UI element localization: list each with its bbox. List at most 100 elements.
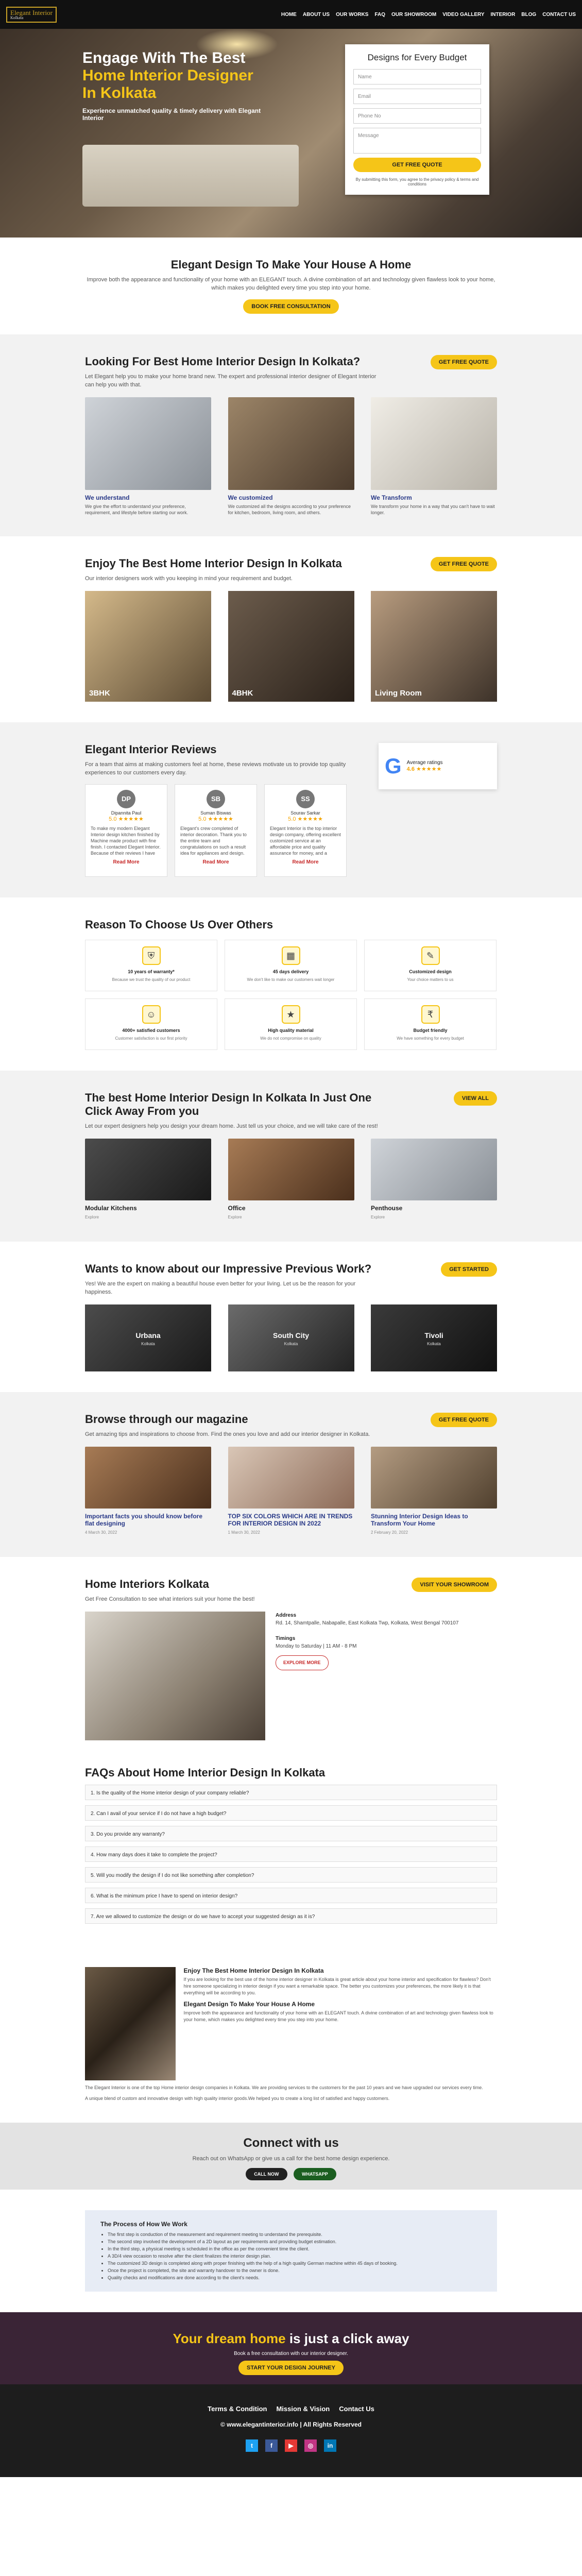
work-card-tivoli[interactable]: Tivoli Kolkata: [371, 1304, 497, 1371]
youtube-icon[interactable]: ▶: [285, 2439, 297, 2452]
card-title: We Transform: [371, 494, 412, 501]
read-more-link[interactable]: Read More: [270, 859, 341, 865]
make-home-text: Improve both the appearance and function…: [87, 277, 495, 291]
cta-banner: Your dream home is just a click away Boo…: [0, 2312, 582, 2384]
message-field[interactable]: Message: [353, 128, 481, 154]
work-card-south-city[interactable]: South City Kolkata: [228, 1304, 354, 1371]
get-started-button[interactable]: GET STARTED: [441, 1262, 497, 1277]
logo[interactable]: Elegant Interior Kolkata: [6, 6, 57, 23]
twitter-icon[interactable]: t: [246, 2439, 258, 2452]
process-step: The second step involved the development…: [108, 2238, 482, 2245]
mission-link[interactable]: Mission & Vision: [276, 2405, 330, 2413]
looking-text: Let Elegant help you to make your home b…: [85, 374, 376, 388]
design-icon: ✎: [421, 946, 440, 965]
card-image: [85, 1447, 211, 1509]
one-click-section: The best Home Interior Design In Kolkata…: [0, 1071, 582, 1242]
blog-card[interactable]: TOP SIX COLORS WHICH ARE IN TRENDS FOR I…: [228, 1447, 354, 1536]
card-title: We understand: [85, 494, 130, 501]
about-text: A unique blend of custom and innovative …: [85, 2096, 390, 2101]
reason-budget: ₹ Budget friendly We have something for ev…: [364, 998, 497, 1050]
card-3bhk[interactable]: 3BHK: [85, 591, 211, 702]
menu-item-contact[interactable]: CONTACT US: [542, 12, 576, 18]
card-4bhk[interactable]: 4BHK: [228, 591, 354, 702]
menu-item-video[interactable]: VIDEO GALLERY: [442, 12, 484, 18]
work-card-urbana[interactable]: Urbana Kolkata: [85, 1304, 211, 1371]
read-more-link[interactable]: Read More: [180, 859, 251, 865]
read-more-link[interactable]: Read More: [91, 859, 162, 865]
connect-text: Reach out on WhatsApp or give us a call …: [192, 2156, 390, 2162]
menu-item-home[interactable]: HOME: [281, 12, 297, 18]
card-transform: We Transform We transform your home in a …: [371, 397, 497, 516]
reviews-section: Elegant Interior Reviews For a team that…: [0, 722, 582, 897]
blog-card[interactable]: Important facts you should know before f…: [85, 1447, 211, 1536]
review-text: To make my modern Elegant Interior desig…: [91, 826, 161, 856]
terms-link[interactable]: Terms & Condition: [208, 2405, 267, 2413]
explore-link[interactable]: Explore: [85, 1215, 99, 1219]
faq-item[interactable]: 1. Is the quality of the Home interior d…: [85, 1785, 497, 1800]
timing-label: Timings: [276, 1636, 296, 1641]
faq-item[interactable]: 7. Are we allowed to customize the desig…: [85, 1908, 497, 1924]
menu-item-faq[interactable]: FAQ: [374, 12, 385, 18]
card-office[interactable]: Office Explore: [228, 1139, 354, 1221]
enjoy-quote-button[interactable]: GET FREE QUOTE: [430, 557, 497, 571]
review-text: Elegant's crew completed of interior dec…: [180, 826, 247, 856]
facebook-icon[interactable]: f: [265, 2439, 278, 2452]
blog-card[interactable]: Stunning Interior Design Ideas to Transf…: [371, 1447, 497, 1536]
google-rating-box: G Average ratings 4.6 ★★★★★: [379, 743, 497, 789]
card-penthouse[interactable]: Penthouse Explore: [371, 1139, 497, 1221]
form-note: By submitting this form, you agree to th…: [355, 177, 479, 187]
faq-title: FAQs About Home Interior Design In Kolka…: [85, 1766, 326, 1779]
about-text: Improve both the appearance and function…: [183, 2010, 493, 2022]
card-modular-kitchens[interactable]: Modular Kitchens Explore: [85, 1139, 211, 1221]
contact-link[interactable]: Contact Us: [339, 2405, 374, 2413]
about-heading: Elegant Design To Make Your House A Home: [183, 2001, 315, 2008]
faq-item[interactable]: 4. How many days does it take to complet…: [85, 1846, 497, 1862]
quote-form: Designs for Every Budget Name Email Phon…: [345, 44, 489, 195]
view-all-button[interactable]: VIEW ALL: [453, 1091, 497, 1106]
card-image: [228, 1447, 354, 1509]
call-now-button[interactable]: CALL NOW: [246, 2168, 287, 2180]
visit-showroom-button[interactable]: VISIT YOUR SHOWROOM: [412, 1578, 497, 1592]
book-consultation-button[interactable]: BOOK FREE CONSULTATION: [243, 299, 339, 314]
footer: Terms & Condition Mission & Vision Conta…: [0, 2384, 582, 2477]
make-home-section: Elegant Design To Make Your House A Home…: [0, 238, 582, 334]
blog-date: 4 March 30, 2022: [85, 1530, 117, 1535]
process-step: A 3D/4 view occasion to resolve after th…: [108, 2252, 482, 2260]
faq-item[interactable]: 6. What is the minimum price I have to s…: [85, 1888, 497, 1903]
reason-warranty: ⛨ 10 years of warranty* Because we trust t…: [85, 940, 217, 991]
menu-item-showroom[interactable]: OUR SHOWROOM: [391, 12, 436, 18]
magazine-quote-button[interactable]: GET FREE QUOTE: [430, 1413, 497, 1427]
start-journey-button[interactable]: START YOUR DESIGN JOURNEY: [238, 2361, 344, 2375]
instagram-icon[interactable]: ◎: [304, 2439, 317, 2452]
menu-item-works[interactable]: OUR WORKS: [336, 12, 368, 18]
reasons-title: Reason To Choose Us Over Others: [85, 918, 273, 931]
faq-item[interactable]: 3. Do you provide any warranty?: [85, 1826, 497, 1841]
linkedin-icon[interactable]: in: [324, 2439, 336, 2452]
main-menu: HOME ABOUT US OUR WORKS FAQ OUR SHOWROOM…: [281, 12, 576, 18]
explore-more-button[interactable]: EXPLORE MORE: [276, 1655, 329, 1670]
reason-delivery: ▦ 45 days delivery We don't like to make o…: [225, 940, 357, 991]
name-field[interactable]: Name: [353, 69, 481, 84]
phone-field[interactable]: Phone No: [353, 108, 481, 124]
email-field[interactable]: Email: [353, 89, 481, 104]
menu-item-blog[interactable]: BLOG: [521, 12, 536, 18]
explore-link[interactable]: Explore: [228, 1215, 242, 1219]
about-text: The Elegant Interior is one of the top H…: [85, 2085, 483, 2090]
magazine-text: Get amazing tips and inspirations to cho…: [85, 1431, 370, 1437]
card-title: Penthouse: [371, 1205, 403, 1212]
rating-label: Average ratings: [406, 760, 443, 766]
whatsapp-button[interactable]: WHATSAPP: [293, 2168, 336, 2180]
menu-item-interior[interactable]: INTERIOR: [491, 12, 516, 18]
card-living-room[interactable]: Living Room: [371, 591, 497, 702]
looking-quote-button[interactable]: GET FREE QUOTE: [430, 355, 497, 369]
faq-item[interactable]: 5. Will you modify the design if I do no…: [85, 1867, 497, 1883]
reasons-section: Reason To Choose Us Over Others ⛨ 10 year…: [0, 897, 582, 1071]
blog-title: Stunning Interior Design Ideas to Transf…: [371, 1513, 468, 1527]
google-icon: G: [385, 754, 402, 778]
hero-sofa-image: [82, 145, 299, 207]
explore-link[interactable]: Explore: [371, 1215, 385, 1219]
get-free-quote-button[interactable]: GET FREE QUOTE: [353, 158, 481, 172]
faq-item[interactable]: 2. Can I avail of your service if I do n…: [85, 1805, 497, 1821]
hero-banner: Engage With The Best Home Interior Design…: [0, 29, 582, 238]
menu-item-about[interactable]: ABOUT US: [303, 12, 330, 18]
